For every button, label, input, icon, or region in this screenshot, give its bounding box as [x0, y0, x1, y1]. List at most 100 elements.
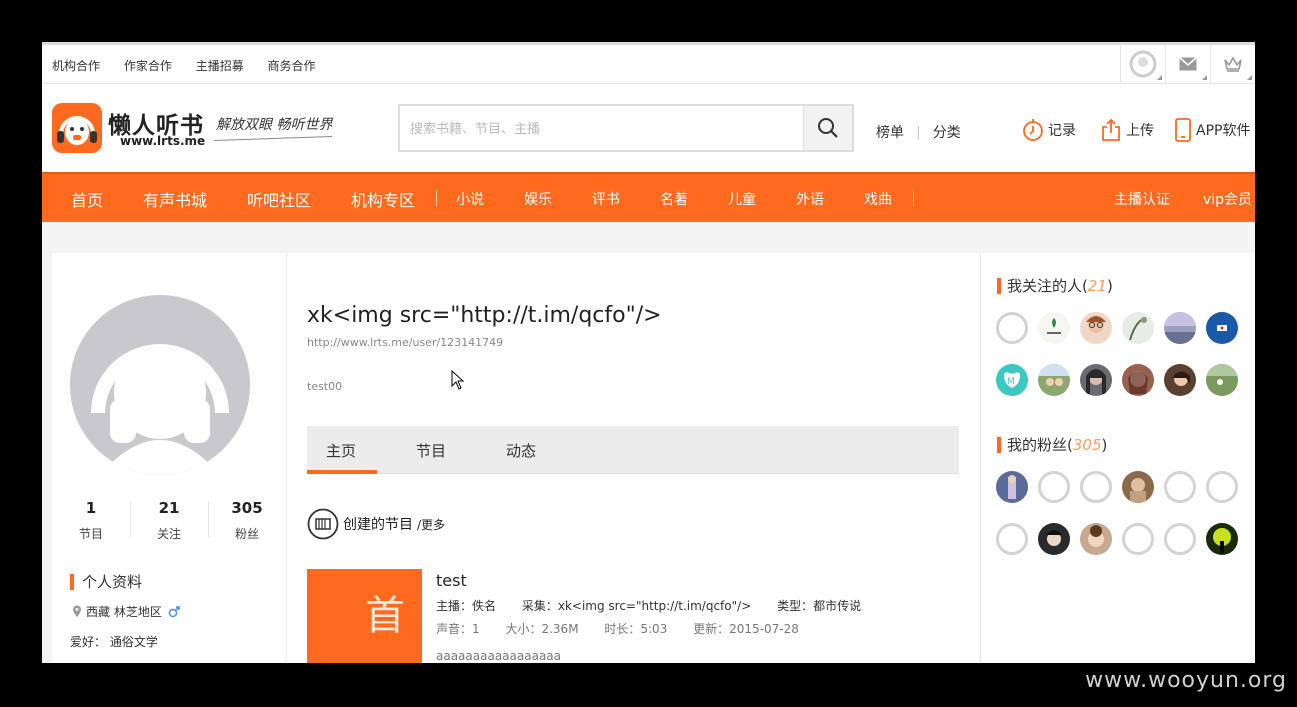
- fan-avatar[interactable]: [1122, 471, 1154, 503]
- hobby-value: 通俗文学: [109, 635, 158, 649]
- tab-programs[interactable]: 节目: [416, 440, 446, 461]
- profile-avatar[interactable]: [70, 295, 250, 475]
- nav-cat-opera[interactable]: 戏曲: [864, 189, 892, 209]
- following-avatar[interactable]: [1164, 364, 1196, 396]
- nav-host-cert[interactable]: 主播认证: [1114, 189, 1170, 209]
- upload-icon: [1102, 118, 1120, 141]
- vip-button[interactable]: [1210, 45, 1255, 83]
- location-text: 西藏 林芝地区: [86, 605, 162, 619]
- program-title[interactable]: test: [436, 571, 467, 590]
- following-avatar[interactable]: [1080, 364, 1112, 396]
- nav-vip[interactable]: vip会员: [1203, 189, 1252, 209]
- upload-label: 上传: [1126, 123, 1154, 139]
- following-avatar[interactable]: M: [996, 364, 1028, 396]
- category-link[interactable]: 分类: [933, 125, 961, 141]
- male-icon: [168, 605, 180, 617]
- history-action[interactable]: 记录: [1022, 118, 1076, 142]
- nav-cat-entertainment[interactable]: 娱乐: [524, 189, 552, 209]
- following-count[interactable]: 21: [1088, 277, 1107, 295]
- top-links: 机构合作 作家合作 主播招募 商务合作: [52, 57, 336, 74]
- fan-avatar[interactable]: [996, 523, 1028, 555]
- fans-count[interactable]: 305: [1073, 436, 1102, 454]
- phone-icon: [1175, 118, 1191, 142]
- program-thumbnail[interactable]: 首: [307, 569, 422, 663]
- program-updated: 更新：2015-07-28: [693, 622, 799, 636]
- nav-institution[interactable]: 机构专区: [351, 187, 415, 211]
- nav-separator: [913, 190, 914, 206]
- fans-title: 我的粉丝(305): [997, 437, 1107, 453]
- fan-avatar[interactable]: [1038, 471, 1070, 503]
- nav-cat-novel[interactable]: 小说: [456, 189, 484, 209]
- stat-following[interactable]: 21 关注: [130, 499, 208, 542]
- social-sidebar: 我关注的人(21) M 我的粉丝(305): [980, 253, 1255, 663]
- nav-cat-children[interactable]: 儿童: [728, 189, 756, 209]
- nav-separator: [436, 190, 437, 206]
- following-title: 我关注的人(21): [997, 278, 1113, 294]
- profile-tabs: 主页 节目 动态: [307, 426, 959, 474]
- following-avatar[interactable]: [1038, 364, 1070, 396]
- search-box: [398, 104, 854, 152]
- logo-url: www.lrts.me: [120, 134, 206, 148]
- fan-avatar[interactable]: [1164, 523, 1196, 555]
- following-avatar[interactable]: [1164, 312, 1196, 344]
- top-link-writer[interactable]: 作家合作: [124, 59, 172, 73]
- fan-avatar[interactable]: [996, 471, 1028, 503]
- fan-avatar[interactable]: [1206, 471, 1238, 503]
- search-button[interactable]: [803, 106, 852, 150]
- top-user-icons: [1120, 45, 1255, 83]
- ranking-link[interactable]: 榜单: [876, 125, 904, 141]
- username-title: xk<img src="http://t.im/qcfo"/>: [307, 303, 662, 328]
- upload-action[interactable]: 上传: [1100, 118, 1154, 142]
- fan-avatar[interactable]: [1080, 523, 1112, 555]
- app-action[interactable]: APP软件: [1174, 118, 1250, 142]
- following-avatar[interactable]: [1206, 312, 1238, 344]
- fan-avatar[interactable]: [1206, 523, 1238, 555]
- created-title: 创建的节目: [343, 517, 413, 533]
- active-tab-indicator: [307, 470, 377, 474]
- program-description: aaaaaaaaaaaaaaaaa: [436, 649, 562, 663]
- following-avatar[interactable]: [1206, 364, 1238, 396]
- browser-window: 机构合作 作家合作 主播招募 商务合作 懒人听书 www.lrts.me 解放双…: [42, 42, 1255, 663]
- following-avatar[interactable]: [1122, 364, 1154, 396]
- created-programs-header: 创建的节目 /更多: [307, 508, 445, 540]
- top-link-business[interactable]: 商务合作: [268, 59, 316, 73]
- following-avatar[interactable]: [1038, 312, 1070, 344]
- nav-audiobook-store[interactable]: 有声书城: [143, 187, 207, 211]
- nav-cat-storytelling[interactable]: 评书: [592, 189, 620, 209]
- tab-home[interactable]: 主页: [326, 440, 356, 461]
- top-link-org[interactable]: 机构合作: [52, 59, 100, 73]
- search-input[interactable]: [408, 106, 802, 152]
- stat-fans[interactable]: 305 粉丝: [208, 499, 286, 542]
- user-url[interactable]: http://www.lrts.me/user/123141749: [307, 336, 503, 349]
- fan-avatar[interactable]: [1038, 523, 1070, 555]
- program-size: 大小：2.36M: [505, 622, 579, 636]
- crown-icon: [1224, 56, 1242, 72]
- nav-home[interactable]: 首页: [71, 187, 103, 211]
- stat-programs[interactable]: 1 节目: [52, 499, 130, 542]
- following-avatar[interactable]: [1122, 312, 1154, 344]
- search-icon: [818, 118, 838, 138]
- fan-avatar[interactable]: [1122, 523, 1154, 555]
- program-duration: 时长：5:03: [604, 622, 668, 636]
- nav-cat-classics[interactable]: 名著: [660, 189, 688, 209]
- nav-cat-language[interactable]: 外语: [796, 189, 824, 209]
- thumbnail-glyph: 首: [365, 593, 405, 639]
- following-avatar[interactable]: [996, 312, 1028, 344]
- user-avatar-button[interactable]: [1120, 45, 1165, 83]
- location-pin-icon: [73, 605, 81, 617]
- message-button[interactable]: [1165, 45, 1210, 83]
- following-avatar[interactable]: [1080, 312, 1112, 344]
- hobby-label: 爱好：: [70, 635, 107, 649]
- tab-activity[interactable]: 动态: [506, 440, 536, 461]
- program-host: 主播：佚名: [436, 599, 497, 613]
- program-episodes: 声音：1: [436, 622, 480, 636]
- profile-main: xk<img src="http://t.im/qcfo"/> http://w…: [287, 253, 979, 663]
- top-link-host[interactable]: 主播招募: [196, 59, 244, 73]
- fan-avatar[interactable]: [1080, 471, 1112, 503]
- top-bar: 机构合作 作家合作 主播招募 商务合作: [42, 45, 1255, 84]
- fan-avatar[interactable]: [1164, 471, 1196, 503]
- created-more-link[interactable]: /更多: [417, 516, 445, 533]
- nav-community[interactable]: 听吧社区: [247, 187, 311, 211]
- logo-headphone-icon[interactable]: [52, 103, 102, 153]
- slogan-underline: [214, 135, 332, 142]
